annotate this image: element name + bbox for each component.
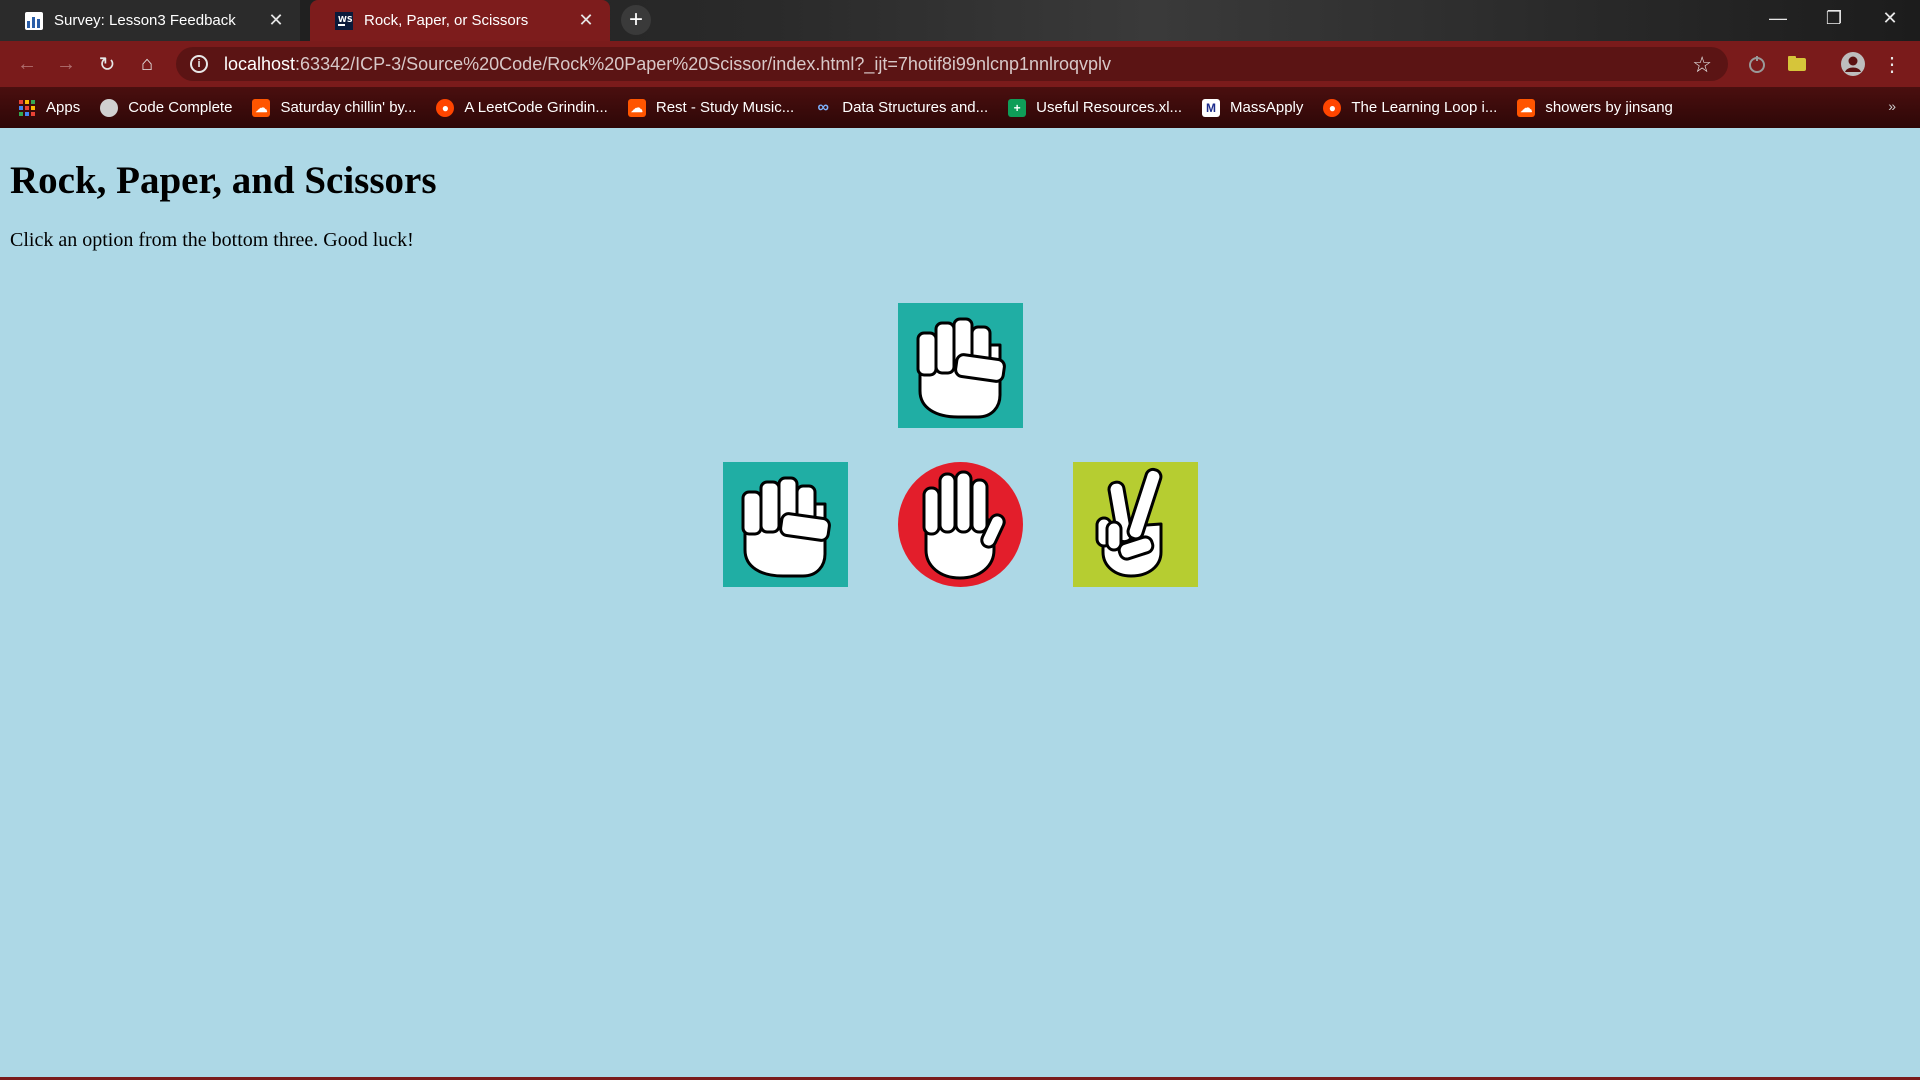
bookmark-label: Code Complete: [128, 99, 233, 116]
bookmark-item[interactable]: ● A LeetCode Grindin...: [436, 98, 608, 117]
bookmark-label: The Learning Loop i...: [1351, 99, 1498, 116]
globe-icon: [100, 98, 119, 117]
tab-strip: Survey: Lesson3 Feedback ✕ WS Rock, Pape…: [0, 0, 1920, 41]
bookmark-label: MassApply: [1230, 99, 1304, 116]
url-path: :63342/ICP-3/Source%20Code/Rock%20Paper%…: [295, 53, 1112, 74]
bookmark-item[interactable]: ☁ showers by jinsang: [1517, 98, 1673, 117]
close-window-icon[interactable]: ✕: [1862, 0, 1918, 36]
bookmark-item[interactable]: ☁ Rest - Study Music...: [627, 98, 795, 117]
extension-folder-icon[interactable]: [1786, 53, 1808, 75]
bookmark-label: Data Structures and...: [842, 99, 989, 116]
bookmark-label: Rest - Study Music...: [655, 99, 795, 116]
computer-choice-rock: [898, 303, 1023, 428]
close-tab-icon[interactable]: ✕: [266, 10, 286, 31]
bookmarks-bar: Apps Code Complete ☁ Saturday chillin' by..…: [0, 87, 1920, 128]
rock-hand-icon: [898, 303, 1023, 428]
svg-text:WS: WS: [338, 15, 353, 24]
soundcloud-icon: ☁: [252, 98, 271, 117]
minimize-icon[interactable]: —: [1750, 0, 1806, 36]
rock-option-button[interactable]: [723, 462, 848, 587]
restore-icon[interactable]: ❐: [1806, 0, 1862, 36]
scissors-option-button[interactable]: [1073, 462, 1198, 587]
bookmark-item[interactable]: ● The Learning Loop i...: [1323, 98, 1498, 117]
bookmark-star-icon[interactable]: ☆: [1692, 52, 1712, 78]
back-arrow-icon[interactable]: ←: [13, 50, 41, 78]
reddit-icon: ●: [1323, 98, 1342, 117]
bookmark-label: showers by jinsang: [1545, 99, 1673, 116]
bookmark-item[interactable]: Apps: [18, 99, 80, 117]
tab-survey[interactable]: Survey: Lesson3 Feedback ✕: [0, 0, 300, 41]
bookmark-label: Apps: [46, 99, 81, 116]
home-icon[interactable]: ⌂: [133, 50, 161, 78]
page-title: Rock, Paper, and Scissors: [10, 159, 437, 202]
paper-option-button[interactable]: [898, 462, 1023, 587]
menu-kebab-icon[interactable]: ⋮: [1878, 50, 1906, 78]
forward-arrow-icon[interactable]: →: [52, 50, 80, 78]
bookmark-item[interactable]: ∞ Data Structures and...: [814, 98, 989, 117]
tab-title: Survey: Lesson3 Feedback: [54, 12, 236, 29]
close-tab-icon[interactable]: ✕: [576, 10, 596, 31]
scissors-hand-icon: [1073, 462, 1198, 587]
massapply-icon: M: [1202, 98, 1221, 117]
reddit-icon: ●: [436, 98, 455, 117]
site-info-icon[interactable]: i: [190, 55, 208, 73]
webstorm-favicon-icon: WS: [335, 11, 353, 30]
tab-rock-paper-scissors[interactable]: WS Rock, Paper, or Scissors ✕: [310, 0, 610, 41]
tab-title: Rock, Paper, or Scissors: [364, 12, 529, 29]
bookmark-item[interactable]: Code Complete: [100, 98, 233, 117]
bookmark-item[interactable]: M MassApply: [1202, 98, 1304, 117]
soundcloud-icon: ☁: [627, 98, 646, 117]
extension-icon[interactable]: [1746, 53, 1768, 75]
paper-hand-icon: [898, 462, 1023, 587]
apps-grid-icon: [18, 99, 36, 117]
address-bar[interactable]: i localhost :63342/ICP-3/Source%20Code/R…: [176, 47, 1728, 81]
infinity-icon: ∞: [817, 98, 829, 116]
profile-avatar-icon[interactable]: [1840, 51, 1866, 77]
rock-hand-icon: [723, 462, 848, 587]
reload-icon[interactable]: ↻: [93, 50, 121, 78]
sheets-plus-icon: +: [1008, 98, 1027, 117]
page-content: Rock, Paper, and Scissors Click an optio…: [0, 128, 1920, 1080]
instructions-text: Click an option from the bottom three. G…: [10, 229, 414, 251]
bookmark-label: Useful Resources.xl...: [1036, 99, 1183, 116]
soundcloud-icon: ☁: [1517, 98, 1536, 117]
survey-favicon-icon: [25, 11, 43, 30]
more-bookmarks-icon[interactable]: »: [1888, 98, 1896, 114]
bookmark-item[interactable]: ☁ Saturday chillin' by...: [252, 98, 417, 117]
new-tab-button[interactable]: +: [621, 5, 651, 35]
browser-toolbar: ← → ↻ ⌂ i localhost :63342/ICP-3/Source%…: [0, 41, 1920, 87]
url-host: localhost: [224, 53, 296, 74]
bookmark-label: Saturday chillin' by...: [280, 99, 417, 116]
bookmark-label: A LeetCode Grindin...: [464, 99, 608, 116]
bookmark-item[interactable]: + Useful Resources.xl...: [1008, 98, 1183, 117]
